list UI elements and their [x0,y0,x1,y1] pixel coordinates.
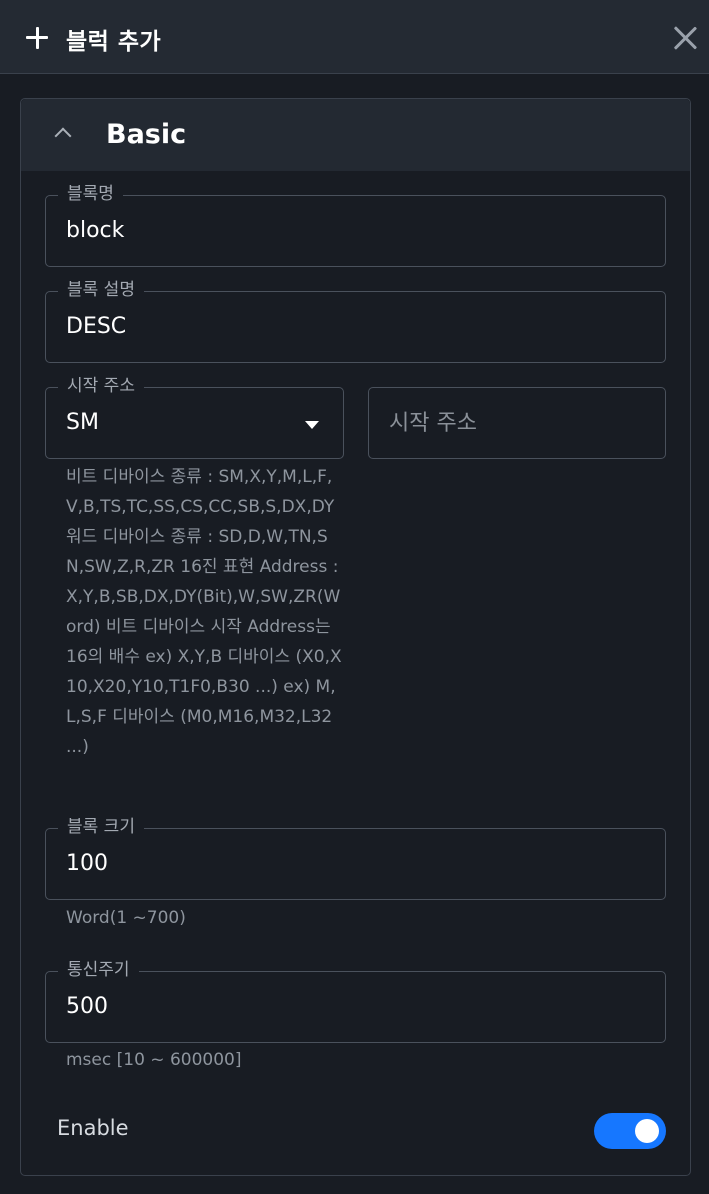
block-desc-field[interactable]: 블록 설명 DESC [45,278,666,363]
enable-label: Enable [57,1116,129,1140]
start-address-field[interactable] [368,387,666,459]
block-name-label: 블록명 [58,182,123,206]
basic-section-header[interactable]: Basic [21,99,690,171]
dialog-title: 블럭 추가 [66,29,162,55]
block-name-value[interactable]: block [66,217,124,245]
comm-period-value[interactable]: 500 [66,993,108,1021]
comm-period-field[interactable]: 통신주기 500 [45,958,666,1043]
block-size-value[interactable]: 100 [66,850,108,878]
device-type-select[interactable]: 시작 주소 SM [45,374,344,459]
chevron-up-icon[interactable] [54,127,72,145]
caret-down-icon[interactable] [305,421,319,429]
device-type-value: SM [66,410,99,435]
dialog-header: 블럭 추가 [0,0,709,74]
start-address-input[interactable] [369,388,665,458]
block-size-help: Word(1 ~700) [66,908,186,928]
block-size-field[interactable]: 블록 크기 100 [45,815,666,900]
toggle-knob [635,1119,659,1143]
block-desc-label: 블록 설명 [58,278,144,302]
plus-icon [26,27,48,49]
close-icon[interactable] [672,25,698,51]
start-address-label: 시작 주소 [58,374,144,398]
start-address-help: 비트 디바이스 종류 : SM,X,Y,M,L,F,V,B,TS,TC,SS,C… [66,467,342,757]
block-size-label: 블록 크기 [58,815,144,839]
comm-period-label: 통신주기 [58,958,139,982]
enable-toggle[interactable] [594,1113,666,1149]
comm-period-help: msec [10 ~ 600000] [66,1050,242,1070]
block-desc-value[interactable]: DESC [66,313,126,341]
block-name-field[interactable]: 블록명 block [45,182,666,267]
section-title: Basic [106,119,187,150]
